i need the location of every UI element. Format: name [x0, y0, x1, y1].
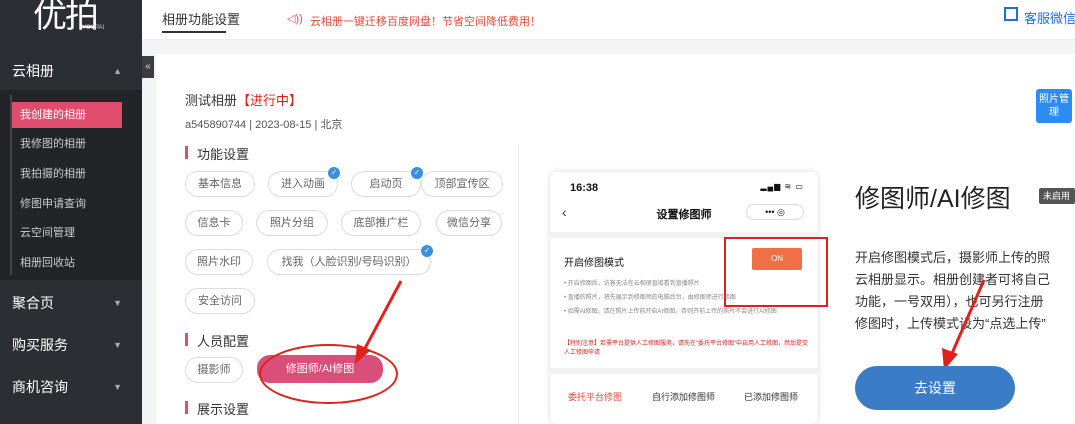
- notice-text[interactable]: 云相册一键迁移百度网盘！节省空间降低费用！: [310, 13, 541, 29]
- phone-time: 16:38: [570, 182, 599, 194]
- pill-bottom-promo[interactable]: 底部推广栏: [341, 210, 421, 236]
- pill-photo-group[interactable]: 照片分组: [256, 210, 328, 236]
- pill-wechat-share[interactable]: 微信分享: [436, 210, 502, 236]
- pill-info-card[interactable]: 信息卡: [185, 210, 243, 236]
- chevron-down-icon: ▼: [113, 340, 122, 350]
- section-display: 展示设置: [185, 399, 249, 418]
- sidebar-group-label: 聚合页: [12, 295, 54, 311]
- ai-desc-1: 开启修图模式后，摄影师上传的照: [855, 250, 1051, 265]
- album-title: 测试相册【进行中】: [185, 90, 302, 109]
- sidebar-item-my-created[interactable]: 我创建的相册: [12, 102, 122, 128]
- chevron-down-icon: ▼: [113, 382, 122, 392]
- sidebar: 优拍 YOUPAI 云相册 ▲ 我创建的相册 我修图的相册 我拍摄的相册 修图申…: [0, 0, 142, 424]
- signal-icon: ▂▄▆ ≋ ▭: [760, 182, 804, 191]
- speaker-icon: ◁)): [287, 13, 303, 25]
- sidebar-item-recycle-bin[interactable]: 相册回收站: [12, 250, 122, 276]
- red-arrow-icon: [942, 279, 986, 370]
- customer-service-link[interactable]: 客服微信: [1024, 8, 1075, 27]
- title-underline: [162, 31, 226, 33]
- chevron-up-icon: ▲: [113, 66, 122, 76]
- pill-secure-access[interactable]: 安全访问: [185, 288, 255, 314]
- sidebar-item-retouch-requests[interactable]: 修图申请查询: [12, 191, 122, 217]
- logo-text: 优拍: [33, 0, 99, 36]
- phone-tab-added: 已添加修图师: [744, 392, 799, 402]
- phone-tab-self: 自行添加修图师: [652, 392, 716, 402]
- pill-watermark[interactable]: 照片水印: [185, 249, 253, 275]
- section-features: 功能设置: [185, 144, 249, 163]
- page-title: 相册功能设置: [162, 12, 241, 27]
- pill-intro-animation[interactable]: 进入动画 ✓: [268, 167, 340, 197]
- app-root: 优拍 YOUPAI 云相册 ▲ 我创建的相册 我修图的相册 我拍摄的相册 修图申…: [0, 0, 1075, 424]
- chevron-down-icon: ▼: [113, 298, 122, 308]
- album-status: 【进行中】: [237, 93, 303, 108]
- collapse-sidebar-button[interactable]: «: [142, 56, 154, 78]
- pill-splash-page[interactable]: 启动页 ✓: [351, 167, 423, 197]
- phone-line-3: • 如需AI修图，请在照片上传前开启AI修图。否则开前上传的照片不会进行AI修图: [564, 309, 777, 315]
- sidebar-group-label: 购买服务: [12, 337, 68, 353]
- sidebar-group-label: 云相册: [12, 63, 54, 79]
- sidebar-item-cloud-space[interactable]: 云空间管理: [12, 220, 122, 246]
- sidebar-item-my-retouched[interactable]: 我修图的相册: [12, 131, 122, 157]
- sidebar-group-label: 商机咨询: [12, 379, 68, 395]
- settings-card: 测试相册【进行中】 a545890744 | 2023-08-15 | 北京 功…: [156, 54, 1075, 424]
- sidebar-group-business[interactable]: 商机咨询 ▼: [0, 368, 142, 406]
- check-icon: ✓: [328, 167, 340, 179]
- retouch-mode-label: 开启修图模式: [564, 258, 624, 269]
- sidebar-group-purchase[interactable]: 购买服务 ▼: [0, 326, 142, 364]
- pill-top-banner[interactable]: 顶部宣传区: [421, 171, 503, 197]
- red-arrow-icon: [355, 280, 403, 364]
- ai-title: 修图师/AI修图: [855, 185, 1011, 213]
- phone-separator: [550, 368, 818, 374]
- pill-find-me[interactable]: 找我（人脸识别/号码识别） ✓: [267, 245, 433, 275]
- go-settings-button[interactable]: 去设置: [855, 366, 1015, 410]
- qrcode-icon[interactable]: [1004, 7, 1018, 21]
- phone-menu: ••• ◎: [746, 204, 804, 220]
- sidebar-submenu: 我创建的相册 我修图的相册 我拍摄的相册 修图申请查询 云空间管理 相册回收站: [0, 90, 142, 280]
- sidebar-item-my-shot[interactable]: 我拍摄的相册: [12, 161, 122, 187]
- phone-tab-platform: 委托平台修图: [568, 392, 623, 402]
- check-icon: ✓: [411, 167, 423, 179]
- status-badge: 未启用: [1039, 188, 1075, 204]
- main-content: 测试相册【进行中】 a545890744 | 2023-08-15 | 北京 功…: [142, 40, 1075, 424]
- highlight-box: [724, 237, 828, 307]
- divider: [518, 144, 519, 424]
- album-meta: a545890744 | 2023-08-15 | 北京: [185, 119, 343, 131]
- album-name: 测试相册: [185, 93, 238, 108]
- logo: 优拍 YOUPAI: [0, 0, 142, 40]
- phone-warning: 【特别注意】若需平台提供人工修图服务，请先在“委托平台修图”中启用人工修图，然后…: [564, 341, 808, 356]
- photo-manage-button[interactable]: 照片管理: [1036, 89, 1072, 123]
- top-bar: 相册功能设置 ◁)) 云相册一键迁移百度网盘！节省空间降低费用！ 客服微信: [142, 0, 1075, 40]
- pill-photographer[interactable]: 摄影师: [185, 357, 243, 383]
- check-icon: ✓: [421, 245, 433, 257]
- sidebar-group-cloud-album[interactable]: 云相册 ▲: [0, 52, 142, 90]
- sidebar-group-aggregate[interactable]: 聚合页 ▼: [0, 284, 142, 322]
- pill-basic-info[interactable]: 基本信息: [185, 171, 255, 197]
- logo-sub: YOUPAI: [82, 25, 105, 31]
- section-staff: 人员配置: [185, 331, 249, 350]
